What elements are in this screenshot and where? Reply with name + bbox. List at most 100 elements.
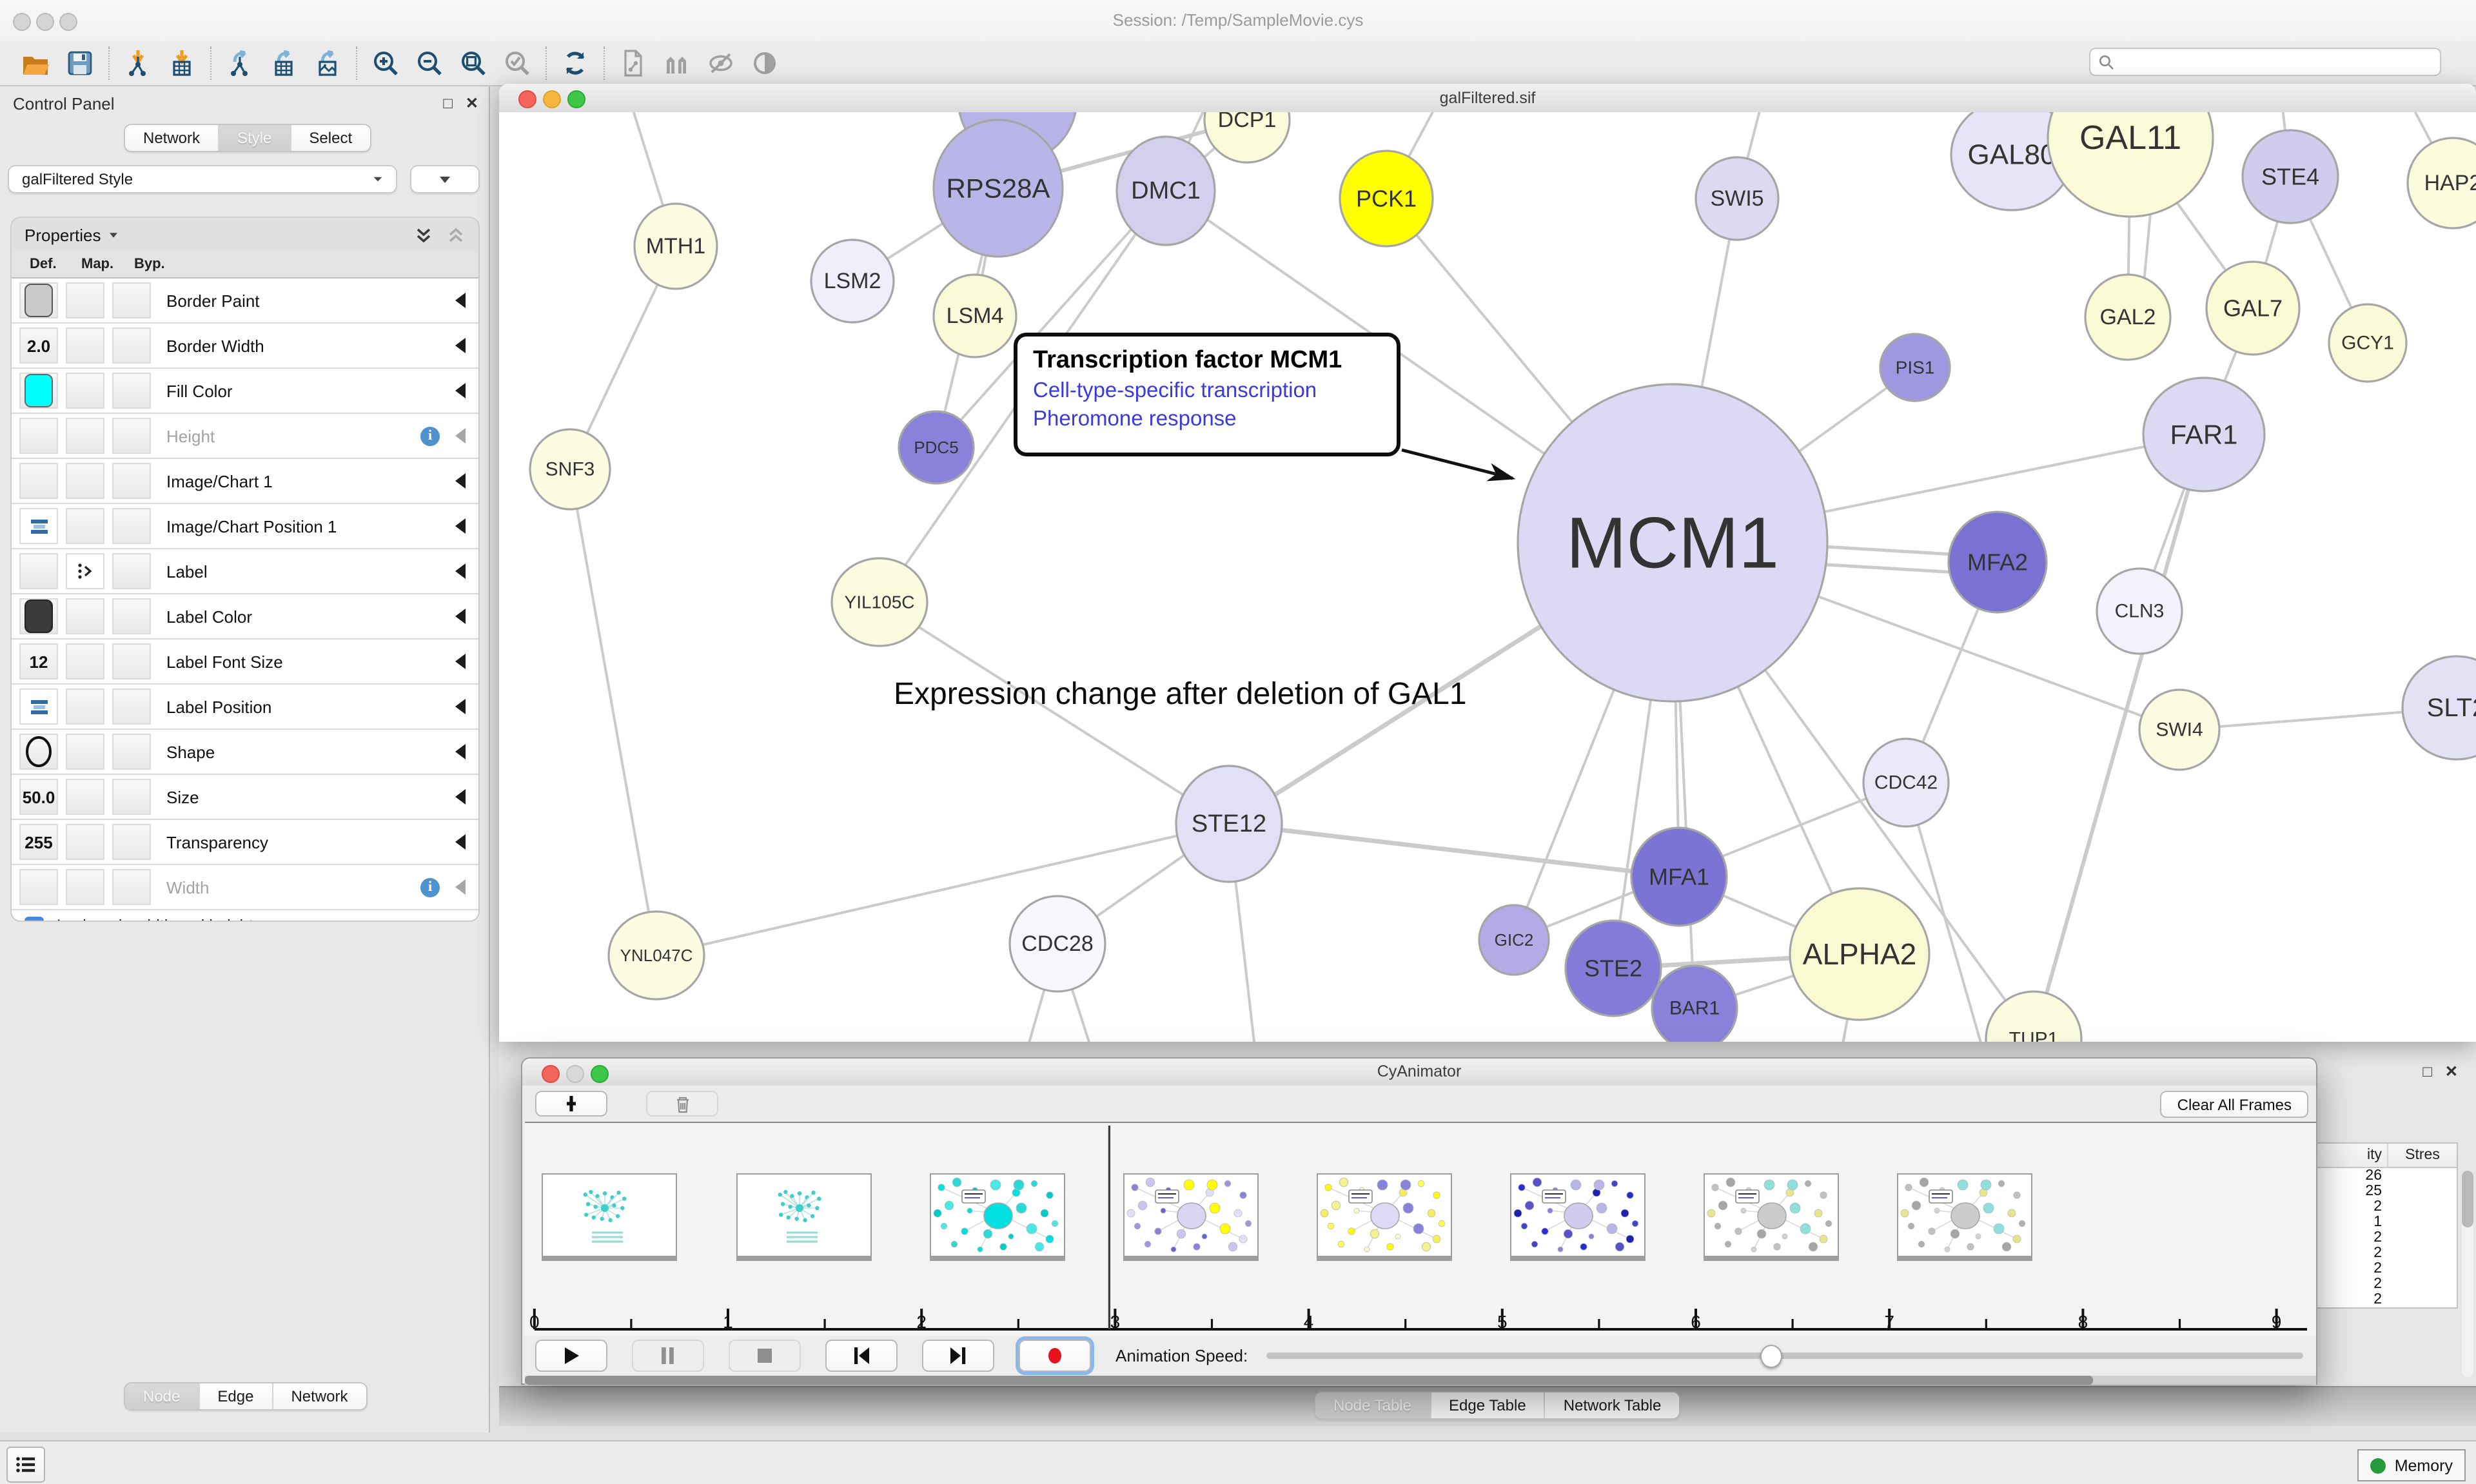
property-cell[interactable]	[19, 734, 58, 770]
expand-property-icon[interactable]	[455, 473, 466, 489]
property-cell[interactable]	[19, 598, 58, 634]
close-window-icon[interactable]	[13, 13, 31, 31]
expand-all-icon[interactable]	[414, 225, 433, 244]
animation-speed-slider-handle[interactable]	[1761, 1345, 1783, 1368]
network-node-swi4[interactable]: SWI4	[2139, 690, 2219, 770]
property-cell[interactable]	[112, 373, 151, 409]
property-cell[interactable]	[112, 508, 151, 544]
timeline-scrollbar-thumb[interactable]	[525, 1376, 2093, 1385]
property-row-border-paint[interactable]: Border Paint	[12, 278, 478, 324]
annotation-link[interactable]: Pheromone response	[1033, 407, 1381, 432]
property-cell[interactable]	[66, 869, 104, 905]
table-row[interactable]: 1	[2316, 1215, 2457, 1230]
refresh-button[interactable]	[560, 48, 591, 79]
network-node-ste2[interactable]: STE2	[1566, 921, 1661, 1016]
expand-property-icon[interactable]	[455, 383, 466, 398]
animation-speed-slider[interactable]	[1266, 1352, 2303, 1359]
property-row-fill-color[interactable]: Fill Color	[12, 369, 478, 414]
property-cell[interactable]	[112, 734, 151, 770]
network-node-mfa2[interactable]: MFA2	[1949, 512, 2047, 612]
delete-frame-button[interactable]	[646, 1091, 718, 1117]
info-icon[interactable]: i	[420, 426, 440, 445]
new-network-from-selection-button[interactable]	[618, 48, 649, 79]
network-node-cdc28[interactable]: CDC28	[1010, 896, 1105, 991]
table-row[interactable]: 2	[2316, 1199, 2457, 1215]
property-cell[interactable]: 12	[19, 643, 58, 679]
style-editor-tab-network[interactable]: Network	[273, 1383, 366, 1409]
property-cell[interactable]	[112, 418, 151, 454]
network-node-mfa1[interactable]: MFA1	[1631, 828, 1727, 926]
properties-menu-icon[interactable]	[110, 232, 118, 237]
property-cell[interactable]	[19, 688, 58, 725]
timeline-frame-4[interactable]	[1317, 1173, 1452, 1257]
property-cell[interactable]	[19, 553, 58, 589]
expand-property-icon[interactable]	[455, 518, 466, 534]
minimize-window-icon[interactable]	[36, 13, 54, 31]
timeline-frame-2[interactable]	[929, 1173, 1065, 1257]
network-node-yil105c[interactable]: YIL105C	[832, 558, 927, 646]
table-browser-tab-edge-table[interactable]: Edge Table	[1431, 1392, 1546, 1418]
property-cell[interactable]	[66, 327, 104, 364]
property-cell[interactable]	[112, 824, 151, 860]
property-row-image-chart-1[interactable]: Image/Chart 1	[12, 459, 478, 504]
property-cell[interactable]	[19, 869, 58, 905]
property-cell[interactable]	[112, 282, 151, 318]
network-caption-text[interactable]: Expression change after deletion of GAL1	[894, 677, 1467, 713]
memory-button[interactable]: Memory	[2357, 1449, 2466, 1481]
open-session-button[interactable]	[21, 48, 52, 79]
table-row[interactable]: 2	[2316, 1261, 2457, 1276]
table-row[interactable]: 2	[2316, 1230, 2457, 1245]
timeline-frame-7[interactable]	[1897, 1173, 2032, 1257]
timeline-frame-3[interactable]	[1123, 1173, 1258, 1257]
expand-property-icon[interactable]	[455, 879, 466, 895]
expand-property-icon[interactable]	[455, 834, 466, 850]
network-node-slt2[interactable]: SLT2	[2402, 656, 2476, 759]
property-cell[interactable]	[112, 327, 151, 364]
record-button[interactable]	[1019, 1340, 1091, 1372]
property-cell[interactable]	[19, 282, 58, 318]
hide-selected-button[interactable]	[705, 48, 736, 79]
network-node-gal7[interactable]: GAL7	[2206, 262, 2299, 355]
minimize-window-icon[interactable]	[543, 90, 561, 108]
property-cell[interactable]	[112, 688, 151, 725]
expand-property-icon[interactable]	[455, 293, 466, 308]
table-column-header[interactable]: Stres	[2388, 1144, 2457, 1167]
property-cell[interactable]	[66, 508, 104, 544]
close-panel-icon[interactable]: ✕	[2445, 1062, 2458, 1080]
timeline-frame-0[interactable]	[542, 1173, 678, 1257]
network-node-mth1[interactable]: MTH1	[634, 204, 717, 289]
annotation-link[interactable]: Cell-type-specific transcription	[1033, 379, 1381, 404]
stop-button[interactable]	[729, 1340, 801, 1372]
property-row-shape[interactable]: Shape	[12, 730, 478, 775]
zoom-selected-button[interactable]	[502, 48, 533, 79]
close-window-icon[interactable]	[542, 1065, 560, 1083]
first-neighbors-button[interactable]	[662, 48, 693, 79]
network-node-cdc42[interactable]: CDC42	[1863, 739, 1949, 826]
property-cell[interactable]	[112, 598, 151, 634]
property-cell[interactable]	[19, 508, 58, 544]
network-annotation[interactable]: Transcription factor MCM1 Cell-type-spec…	[1014, 333, 1400, 456]
style-editor-tab-edge[interactable]: Edge	[199, 1383, 273, 1409]
network-node-lsm4[interactable]: LSM4	[934, 275, 1016, 357]
property-cell[interactable]: 255	[19, 824, 58, 860]
network-node-ynl047c[interactable]: YNL047C	[609, 912, 704, 999]
property-row-height[interactable]: Heighti	[12, 414, 478, 459]
property-cell[interactable]	[66, 643, 104, 679]
expand-property-icon[interactable]	[455, 744, 466, 759]
style-selector-dropdown[interactable]: galFiltered Style	[8, 165, 397, 193]
export-table-button[interactable]	[268, 48, 299, 79]
table-scrollbar-thumb[interactable]	[2462, 1171, 2473, 1227]
step-back-button[interactable]	[825, 1340, 898, 1372]
property-cell[interactable]	[66, 734, 104, 770]
property-cell[interactable]	[19, 373, 58, 409]
clear-all-frames-button[interactable]: Clear All Frames	[2161, 1091, 2308, 1118]
expand-property-icon[interactable]	[455, 699, 466, 714]
network-node-dcp1[interactable]: DCP1	[1204, 112, 1290, 162]
expand-property-icon[interactable]	[455, 563, 466, 579]
cyanimator-timeline[interactable]: Seconds 0123456789	[525, 1122, 2316, 1337]
property-cell[interactable]	[66, 373, 104, 409]
network-node-tup1[interactable]: TUP1	[1986, 991, 2081, 1042]
property-row-image-chart-position-1[interactable]: Image/Chart Position 1	[12, 504, 478, 549]
collapse-all-icon[interactable]	[446, 225, 466, 244]
style-editor-tab-node[interactable]: Node	[125, 1383, 199, 1409]
